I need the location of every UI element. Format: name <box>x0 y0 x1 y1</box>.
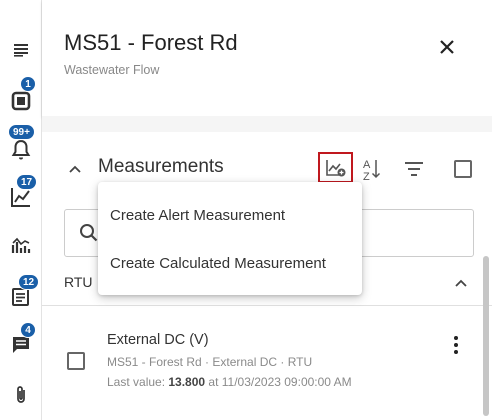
filter-icon <box>405 162 423 176</box>
menu-item-create-calculated[interactable]: Create Calculated Measurement <box>98 239 362 287</box>
app-window: 1 99+ 17 12 4 MS51 - Forest Rd Wastewate… <box>0 0 492 420</box>
chevron-up-icon <box>455 279 467 287</box>
analytics-icon <box>11 237 31 253</box>
bell-icon <box>11 139 31 160</box>
page-subtitle: Wastewater Flow <box>64 63 160 77</box>
rail-item-trends[interactable]: 17 <box>0 174 42 214</box>
more-vertical-icon <box>454 336 458 354</box>
chart-add-icon <box>325 159 345 176</box>
rail-item-reports[interactable]: 12 <box>0 274 42 314</box>
rail-badge: 1 <box>20 76 36 92</box>
select-all-checkbox[interactable] <box>454 160 472 178</box>
sort-az-button[interactable]: AZ <box>362 157 388 183</box>
rail-item-analytics[interactable] <box>0 228 42 262</box>
menu-item-create-alert[interactable]: Create Alert Measurement <box>98 191 362 239</box>
close-icon <box>440 40 454 54</box>
rail-badge: 12 <box>18 274 40 290</box>
add-measurement-menu: Create Alert Measurement Create Calculat… <box>98 182 362 295</box>
row-checkbox[interactable] <box>67 352 85 370</box>
group-label: RTU <box>64 274 93 290</box>
measurement-last-value: Last value: 13.800 at 11/03/2023 09:00:0… <box>107 375 352 389</box>
rail-item-attachments[interactable] <box>0 378 42 412</box>
header-divider <box>42 116 492 132</box>
page-title: MS51 - Forest Rd <box>64 30 238 55</box>
panel-header: MS51 - Forest Rd Wastewater Flow <box>42 0 492 116</box>
svg-text:Z: Z <box>363 171 370 181</box>
lines-icon <box>14 44 28 57</box>
sort-az-icon: AZ <box>363 159 381 183</box>
section-title: Measurements <box>98 156 224 177</box>
search-icon <box>80 224 98 242</box>
side-rail: 1 99+ 17 12 4 <box>0 0 42 420</box>
rail-item-alerts[interactable]: 99+ <box>0 124 42 167</box>
last-value-timestamp: at 11/03/2023 09:00:00 AM <box>205 375 352 389</box>
svg-text:A: A <box>363 159 371 171</box>
last-value-prefix: Last value: <box>107 375 169 389</box>
rail-badge: 99+ <box>8 124 35 140</box>
measurement-path: MS51 - Forest Rd · External DC · RTU <box>107 355 313 369</box>
rail-badge: 4 <box>20 322 36 338</box>
add-measurement-button[interactable] <box>318 152 353 183</box>
attachment-icon <box>17 386 25 403</box>
list-item[interactable]: External DC (V) MS51 - Forest Rd · Exter… <box>42 320 492 400</box>
last-value: 13.800 <box>168 375 206 389</box>
measurement-name: External DC (V) <box>107 332 209 348</box>
close-button[interactable] <box>436 36 458 58</box>
rail-item-comments[interactable]: 4 <box>0 322 42 362</box>
rail-item-devices[interactable]: 1 <box>0 76 42 117</box>
chevron-up-icon[interactable] <box>68 162 82 176</box>
filter-button[interactable] <box>403 158 425 180</box>
row-more-button[interactable] <box>448 334 464 356</box>
rail-badge: 17 <box>16 174 38 190</box>
rail-item-lines[interactable] <box>0 33 42 67</box>
